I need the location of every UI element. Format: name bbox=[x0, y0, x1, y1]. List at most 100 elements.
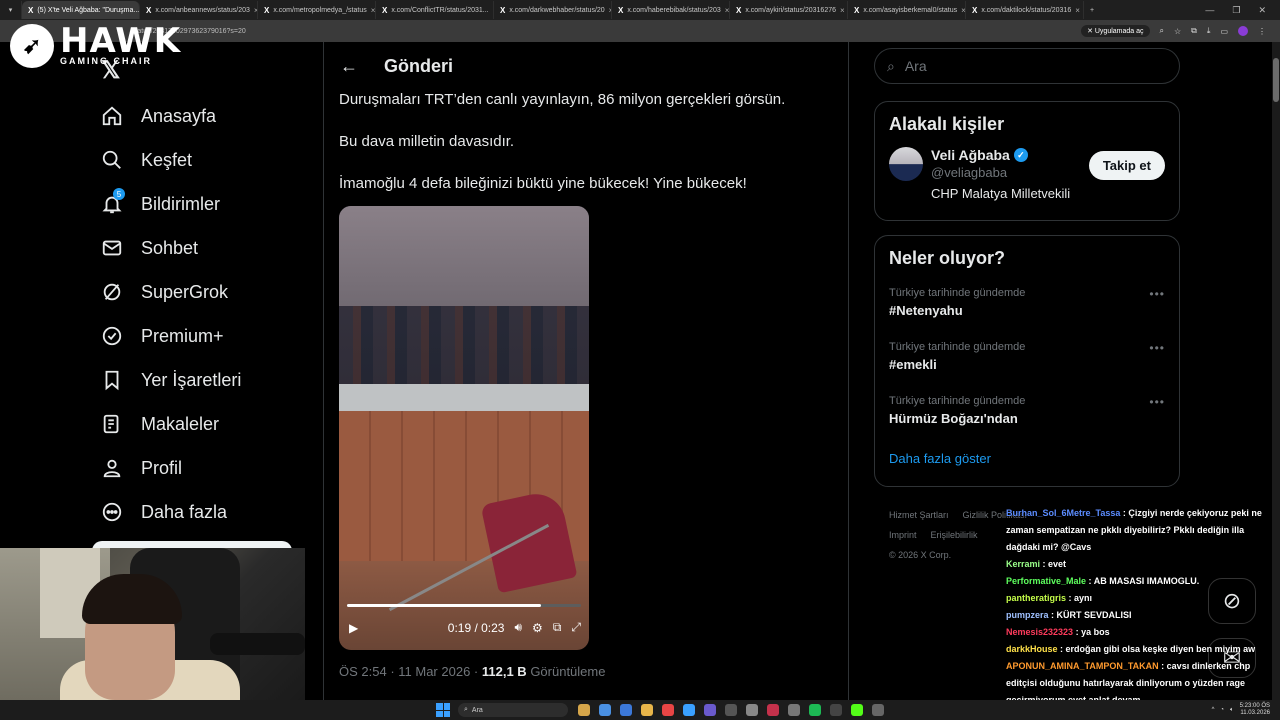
app-icon[interactable] bbox=[788, 704, 800, 716]
close-icon[interactable]: × bbox=[1075, 6, 1080, 15]
menu-icon[interactable]: ⋮ bbox=[1258, 27, 1266, 36]
file-explorer-icon[interactable] bbox=[599, 704, 611, 716]
chrome-icon[interactable] bbox=[662, 704, 674, 716]
play-icon[interactable]: ▶ bbox=[349, 621, 358, 635]
sidebar-item-chat[interactable]: Sohbet bbox=[90, 226, 310, 270]
related-people-title: Alakalı kişiler bbox=[889, 114, 1005, 134]
related-person[interactable]: Veli Ağbaba ✓ @veliagbaba CHP Malatya Mil… bbox=[875, 135, 1179, 213]
sidebar-item-notifications[interactable]: 5 Bildirimler bbox=[90, 182, 310, 226]
more-options-icon[interactable]: ••• bbox=[1149, 287, 1165, 301]
close-icon[interactable]: × bbox=[371, 6, 375, 15]
trend-item[interactable]: Türkiye tarihinde gündemde Hürmüz Boğazı… bbox=[875, 391, 1179, 445]
trend-item[interactable]: Türkiye tarihinde gündemde #emekli ••• bbox=[875, 337, 1179, 391]
widgets-icon[interactable] bbox=[578, 704, 590, 716]
browser-tab[interactable]: Xx.com/asayisberkemal0/status × bbox=[848, 1, 966, 19]
sidebar-item-more[interactable]: Daha fazla bbox=[90, 490, 310, 534]
folder-icon[interactable] bbox=[641, 704, 653, 716]
taskbar-search[interactable]: ⌕ Ara bbox=[458, 703, 568, 717]
settings-icon[interactable]: ⚙ bbox=[532, 621, 543, 635]
chevron-up-icon[interactable]: ^ bbox=[1212, 707, 1215, 713]
sidebar-item-articles[interactable]: Makaleler bbox=[90, 402, 310, 446]
tweet-date[interactable]: 11 Mar 2026 bbox=[398, 664, 470, 679]
new-tab-button[interactable]: + bbox=[1084, 1, 1104, 19]
back-arrow-icon[interactable]: ← bbox=[340, 56, 358, 77]
tab-label: x.com/daktilock/status/20316 bbox=[981, 6, 1072, 14]
volume-icon[interactable]: 🔈︎ bbox=[1230, 707, 1234, 714]
browser-tab[interactable]: Xx.com/metropolmedya_/status × bbox=[258, 1, 376, 19]
browser-tab[interactable]: Xx.com/ConflictTR/status/2031...× bbox=[376, 1, 494, 19]
browser-tab[interactable]: Xx.com/aykiri/status/20316276 × bbox=[730, 1, 848, 19]
chat-text: AB MASASI IMAMOGLU. bbox=[1093, 576, 1200, 586]
show-more-link[interactable]: Daha fazla göster bbox=[875, 445, 1179, 480]
tweet-time[interactable]: ÖS 2:54 bbox=[339, 664, 387, 679]
browser-tabbar: ▾ X(5) X'te Veli Ağbaba: "Duruşma...× Xx… bbox=[0, 0, 1280, 20]
network-icon[interactable]: ◔ bbox=[1220, 707, 1224, 713]
app-icon[interactable] bbox=[725, 704, 737, 716]
sidebar-item-label: Sohbet bbox=[141, 237, 199, 258]
volume-icon[interactable]: 🔊︎ bbox=[514, 620, 522, 635]
x-favicon-icon: X bbox=[146, 5, 152, 15]
star-icon[interactable]: ☆ bbox=[1174, 27, 1181, 36]
zoom-icon[interactable]: ⌕ bbox=[1160, 26, 1164, 36]
more-icon bbox=[101, 501, 123, 523]
chat-username: Kerrami bbox=[1006, 559, 1041, 569]
x-favicon-icon: X bbox=[854, 5, 860, 15]
app-icon[interactable] bbox=[830, 704, 842, 716]
follow-button[interactable]: Takip et bbox=[1088, 151, 1165, 180]
clock[interactable]: 5:23:00 ÖS 11.03.2026 bbox=[1240, 703, 1270, 717]
sidebar-item-home[interactable]: Anasayfa bbox=[90, 94, 310, 138]
app-icon[interactable] bbox=[872, 704, 884, 716]
browser-tab[interactable]: Xx.com/anbeannews/status/203× bbox=[140, 1, 258, 19]
video-frame-crowd bbox=[339, 306, 589, 396]
footer-link[interactable]: Erişilebilirlik bbox=[931, 530, 978, 540]
more-options-icon[interactable]: ••• bbox=[1149, 395, 1165, 409]
sidebar-item-supergrok[interactable]: SuperGrok bbox=[90, 270, 310, 314]
person-name[interactable]: Veli Ağbaba bbox=[931, 147, 1010, 163]
sidebar-item-profile[interactable]: Profil bbox=[90, 446, 310, 490]
minimize-icon[interactable]: — bbox=[1205, 5, 1214, 16]
browser-tab[interactable]: Xx.com/daktilock/status/20316 × bbox=[966, 1, 1084, 19]
app-icon[interactable] bbox=[683, 704, 695, 716]
fullscreen-icon[interactable]: ⤢ bbox=[571, 620, 581, 635]
app-icon[interactable] bbox=[746, 704, 758, 716]
windows-start-icon[interactable] bbox=[436, 703, 450, 717]
trend-category: Türkiye tarihinde gündemde bbox=[889, 395, 1026, 407]
close-icon[interactable]: × bbox=[725, 6, 729, 15]
spotify-icon[interactable] bbox=[809, 704, 821, 716]
footer-link[interactable]: Hizmet Şartları bbox=[889, 510, 949, 520]
app-icon[interactable] bbox=[767, 704, 779, 716]
window-controls: — ❐ ✕ bbox=[1205, 5, 1280, 16]
download-icon[interactable]: ⤓ bbox=[1207, 26, 1211, 36]
sidebar-item-label: Premium+ bbox=[141, 325, 224, 346]
footer-link[interactable]: Imprint bbox=[889, 530, 917, 540]
close-window-icon[interactable]: ✕ bbox=[1258, 5, 1266, 16]
avatar[interactable] bbox=[889, 147, 923, 181]
kick-icon[interactable] bbox=[851, 704, 863, 716]
search-input[interactable]: ⌕ Ara bbox=[874, 48, 1180, 84]
browser-tab-active[interactable]: X(5) X'te Veli Ağbaba: "Duruşma...× bbox=[22, 1, 140, 19]
browser-tab[interactable]: Xx.com/darkwebhaber/status/20× bbox=[494, 1, 612, 19]
pip-icon[interactable]: ⧉ bbox=[553, 620, 562, 635]
person-name-row: Veli Ağbaba ✓ bbox=[931, 147, 1070, 163]
tab-list-button[interactable]: ▾ bbox=[0, 1, 22, 19]
extensions-icon[interactable]: ⧉ bbox=[1191, 26, 1197, 36]
sidebar-icon[interactable]: ▭ bbox=[1220, 27, 1228, 36]
trend-item[interactable]: Türkiye tarihinde gündemde #Netenyahu ••… bbox=[875, 283, 1179, 337]
video-progress-bar[interactable] bbox=[347, 604, 581, 607]
maximize-icon[interactable]: ❐ bbox=[1232, 5, 1240, 16]
sidebar-item-premium[interactable]: Premium+ bbox=[90, 314, 310, 358]
scroll-thumb[interactable] bbox=[1273, 58, 1279, 102]
chat-username: Nemesis232323 bbox=[1006, 627, 1074, 637]
tab-label: x.com/haberebibak/status/203 bbox=[627, 6, 721, 14]
search-icon: ⌕ bbox=[464, 706, 468, 713]
sidebar-item-explore[interactable]: Keşfet bbox=[90, 138, 310, 182]
close-icon[interactable]: × bbox=[840, 6, 845, 15]
edge-icon[interactable] bbox=[620, 704, 632, 716]
profile-avatar[interactable] bbox=[1238, 26, 1248, 36]
sidebar-item-bookmarks[interactable]: Yer İşaretleri bbox=[90, 358, 310, 402]
more-options-icon[interactable]: ••• bbox=[1149, 341, 1165, 355]
browser-tab[interactable]: Xx.com/haberebibak/status/203 × bbox=[612, 1, 730, 19]
open-in-app-button[interactable]: ✕ Uygulamada aç bbox=[1081, 25, 1150, 37]
tweet-video[interactable]: ▶ 0:19 / 0:23 🔊︎ ⚙ ⧉ ⤢ bbox=[339, 206, 589, 650]
discord-icon[interactable] bbox=[704, 704, 716, 716]
